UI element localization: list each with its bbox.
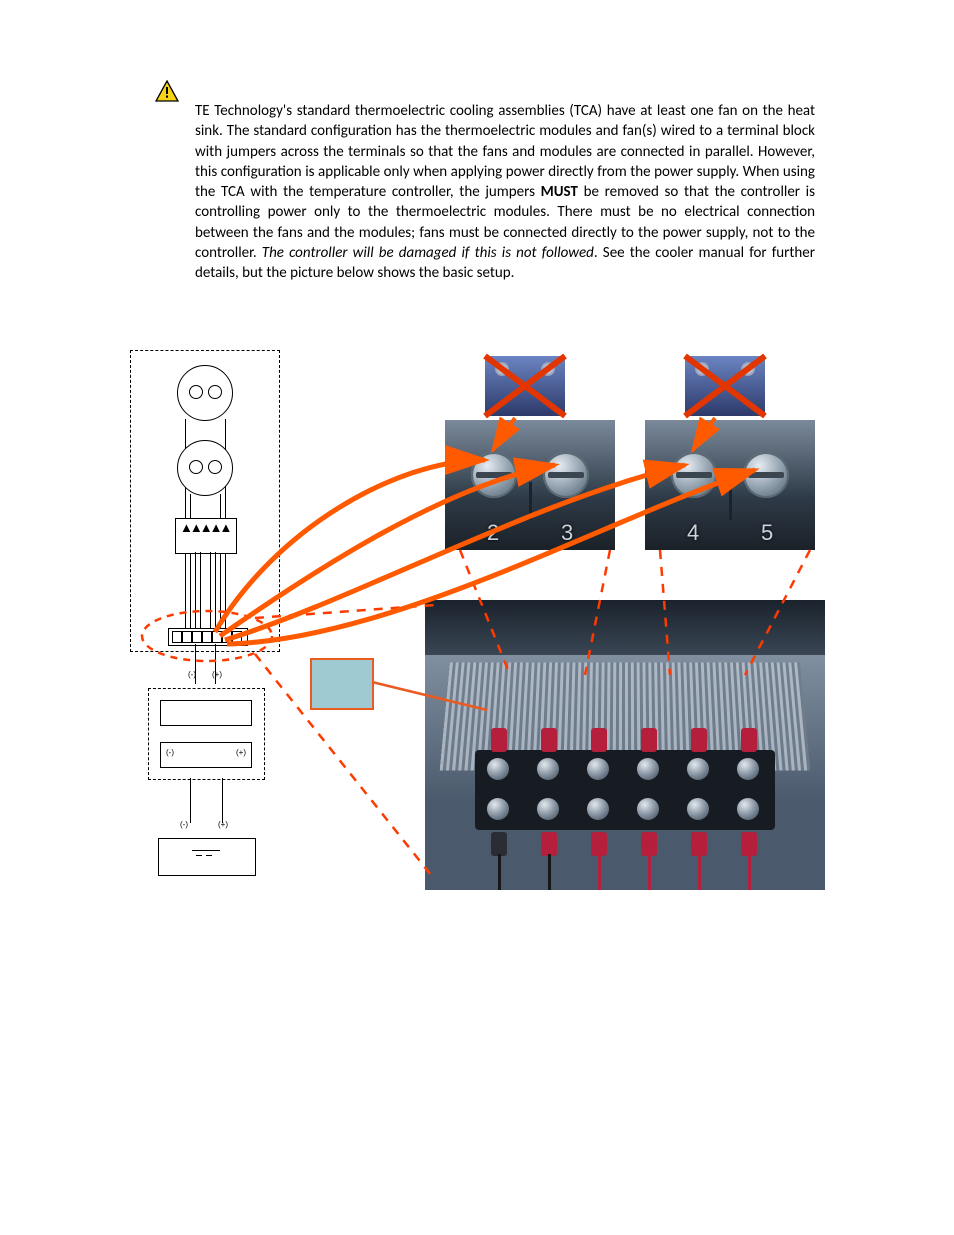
terminal-block-photo <box>425 600 825 890</box>
warning-icon <box>155 80 179 102</box>
callout-box <box>310 658 374 710</box>
terminal-photo-right: 4 5 <box>645 420 815 550</box>
remove-x-icon <box>480 351 570 421</box>
terminal-photo-left: 2 3 <box>445 420 615 550</box>
terminal-number-3: 3 <box>561 520 573 546</box>
cooler-schematic: ▲▲▲▲▲ (-) (+) (-) (+) <box>130 350 280 880</box>
paragraph-italic: The controller will be damaged if this i… <box>262 244 594 262</box>
terminal-number-4: 4 <box>687 520 699 546</box>
instruction-paragraph: TE Technology's standard thermoelectric … <box>195 101 815 283</box>
removed-jumper-left <box>485 356 565 416</box>
removed-jumper-right <box>685 356 765 416</box>
wiring-figure: ▲▲▲▲▲ (-) (+) (-) (+) <box>115 350 835 910</box>
paragraph-must: MUST <box>541 183 578 201</box>
terminal-number-2: 2 <box>487 520 499 546</box>
polarity-lower-left: (-) <box>180 820 188 829</box>
terminal-number-5: 5 <box>761 520 773 546</box>
polarity-upper-left: (-) <box>188 670 196 679</box>
polarity-lower-right: (+) <box>218 820 228 829</box>
polarity-upper-right: (+) <box>212 670 222 679</box>
remove-x-icon <box>680 351 770 421</box>
